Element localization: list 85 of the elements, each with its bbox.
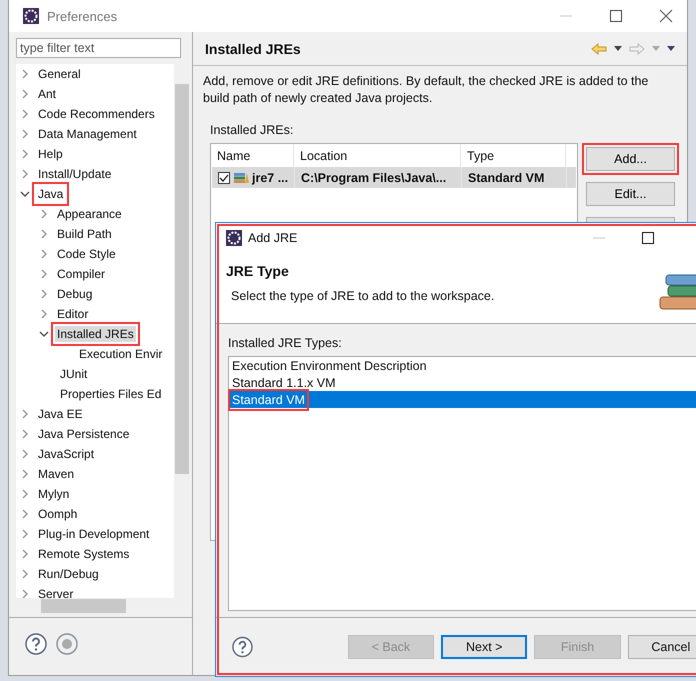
menu-icon[interactable] xyxy=(667,46,675,51)
page-title: Installed JREs xyxy=(205,40,301,56)
list-item-label: Execution Environment Description xyxy=(232,358,427,372)
dialog-heading: JRE Type xyxy=(226,263,290,279)
dialog-button[interactable]: Next > xyxy=(441,635,528,659)
chevron-right-icon[interactable] xyxy=(20,529,30,539)
back-arrow-icon[interactable] xyxy=(591,42,607,54)
chevron-down-icon[interactable] xyxy=(39,329,49,339)
tree-item[interactable]: Maven xyxy=(36,466,76,482)
tree-item[interactable]: Appearance xyxy=(55,206,124,222)
table-label: Installed JREs: xyxy=(210,123,294,137)
chevron-right-icon[interactable] xyxy=(20,169,30,179)
chevron-right-icon[interactable] xyxy=(39,309,49,319)
tree-item[interactable]: Data Management xyxy=(36,126,139,142)
filter-field[interactable]: type filter text xyxy=(16,38,181,58)
record-icon[interactable] xyxy=(56,633,78,655)
tree-item[interactable]: Compiler xyxy=(55,266,108,282)
maximize-icon[interactable] xyxy=(642,232,654,244)
table-cell: jre7 ... xyxy=(252,170,288,184)
tree-item[interactable]: Server xyxy=(36,586,76,598)
page-button[interactable]: Add... xyxy=(586,147,675,171)
tree-item[interactable]: General xyxy=(36,66,83,82)
chevron-right-icon[interactable] xyxy=(20,469,30,479)
tree-item[interactable]: Execution Envir xyxy=(77,346,164,362)
chevron-right-icon[interactable] xyxy=(20,509,30,519)
chevron-right-icon[interactable] xyxy=(39,269,49,279)
tree-item[interactable]: Code Recommenders xyxy=(36,106,157,122)
chevron-right-icon[interactable] xyxy=(39,229,49,239)
chevron-down-icon[interactable] xyxy=(20,189,30,199)
forward-arrow-icon[interactable] xyxy=(629,42,645,54)
tree-item[interactable]: JUnit xyxy=(58,366,90,382)
list-label: Installed JRE Types: xyxy=(228,336,343,350)
table-cell: C:\Program Files\Java\... xyxy=(295,167,462,188)
dialog-subtitle: Select the type of JRE to add to the workspace. xyxy=(230,289,496,303)
tree-item[interactable]: Build Path xyxy=(55,226,114,242)
list-item[interactable]: Standard 1.1.x VM xyxy=(229,374,696,391)
help-icon[interactable] xyxy=(25,633,47,655)
chevron-right-icon[interactable] xyxy=(39,209,49,219)
chevron-right-icon[interactable] xyxy=(20,449,30,459)
chevron-right-icon[interactable] xyxy=(20,549,30,559)
checkbox[interactable] xyxy=(218,172,230,184)
tree-item[interactable]: Plug-in Development xyxy=(36,526,152,542)
chevron-right-icon[interactable] xyxy=(20,489,30,499)
eclipse-icon xyxy=(226,230,242,246)
tree-item[interactable]: Java EE xyxy=(36,406,85,422)
chevron-right-icon[interactable] xyxy=(20,89,30,99)
close-icon[interactable] xyxy=(659,9,673,23)
chevron-right-icon[interactable] xyxy=(20,109,30,119)
chevron-right-icon[interactable] xyxy=(20,149,30,159)
page-description: Add, remove or edit JRE definitions. By default, the checked JRE is added to the build path of newly created Java projects. xyxy=(203,73,650,107)
list-item[interactable]: Standard VM xyxy=(229,391,696,408)
tree-item[interactable]: Install/Update xyxy=(36,166,114,182)
window-title: Preferences xyxy=(47,8,118,24)
chevron-right-icon[interactable] xyxy=(20,409,30,419)
tree-item[interactable]: JavaScript xyxy=(36,446,96,462)
table-cell: Standard VM xyxy=(462,167,567,188)
tree-item[interactable]: Run/Debug xyxy=(36,566,101,582)
tree-item[interactable]: Java Persistence xyxy=(36,426,132,442)
tree-item[interactable]: Code Style xyxy=(55,246,118,262)
dialog-button[interactable]: Cancel xyxy=(628,635,696,659)
tree-item[interactable]: Debug xyxy=(55,286,94,302)
chevron-right-icon[interactable] xyxy=(20,569,30,579)
dialog-title: Add JRE xyxy=(248,231,298,245)
help-icon[interactable] xyxy=(232,636,253,658)
maximize-icon[interactable] xyxy=(609,9,623,23)
chevron-right-icon[interactable] xyxy=(20,589,30,598)
tree-item[interactable]: Installed JREs xyxy=(55,326,136,342)
chevron-right-icon[interactable] xyxy=(20,429,30,439)
dropdown-icon[interactable] xyxy=(614,46,622,51)
page-button[interactable]: Edit... xyxy=(586,182,675,206)
books-icon xyxy=(233,170,249,184)
tree-item[interactable]: Mylyn xyxy=(36,486,72,502)
list-item-label: Standard 1.1.x VM xyxy=(232,376,336,390)
tree-item[interactable]: Editor xyxy=(55,306,90,322)
tree-item[interactable]: Properties Files Ed xyxy=(58,386,164,402)
tree-item[interactable]: Oomph xyxy=(36,506,80,522)
list-item[interactable]: Execution Environment Description xyxy=(229,357,696,374)
tree-item[interactable]: Help xyxy=(36,146,65,162)
chevron-right-icon[interactable] xyxy=(39,289,49,299)
chevron-right-icon[interactable] xyxy=(39,249,49,259)
eclipse-icon xyxy=(23,8,39,24)
tree-item[interactable]: Remote Systems xyxy=(36,546,132,562)
tree-item[interactable]: Ant xyxy=(36,86,58,102)
chevron-right-icon[interactable] xyxy=(20,69,30,79)
chevron-right-icon[interactable] xyxy=(20,129,30,139)
